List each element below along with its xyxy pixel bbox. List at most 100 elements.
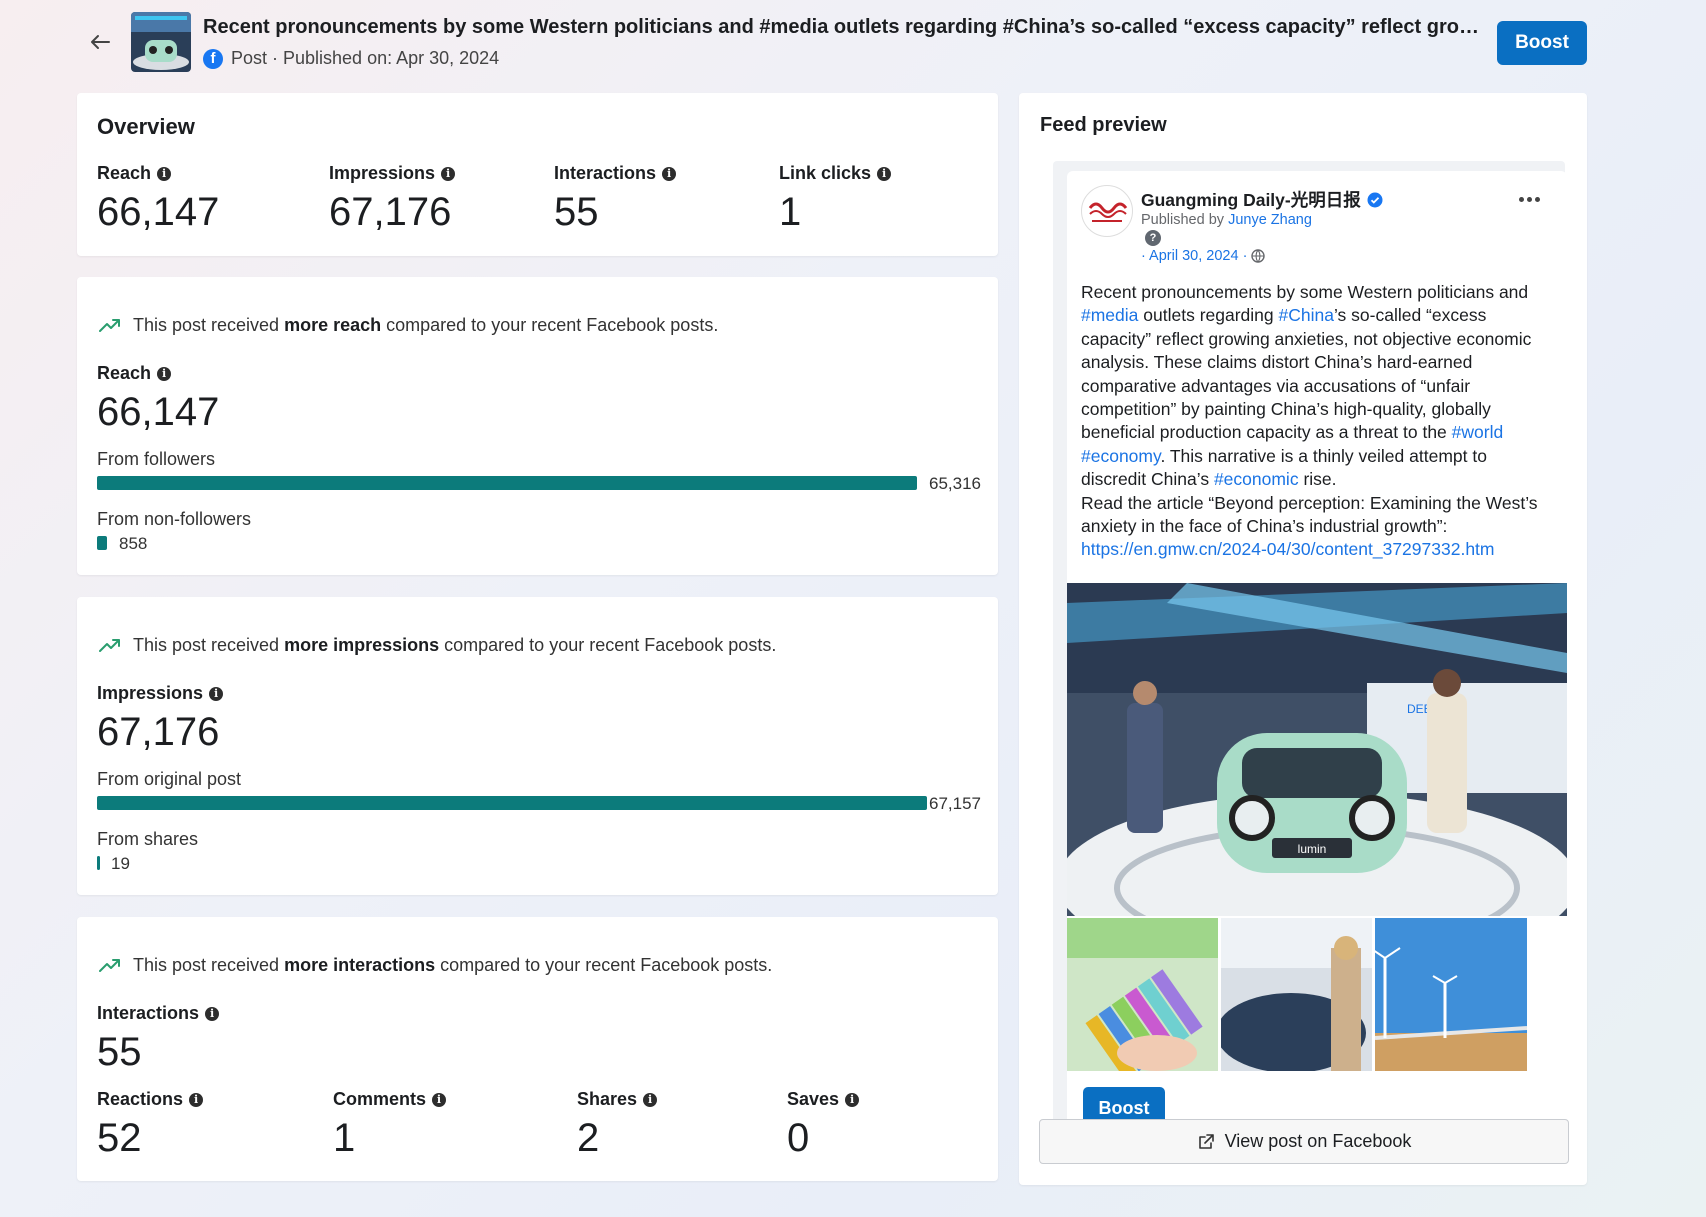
bar-followers (97, 476, 917, 490)
post-date[interactable]: · April 30, 2024 · (1141, 248, 1247, 264)
label-text: Saves (787, 1089, 840, 1109)
metric-link-clicks: Link clicks i 1 (779, 163, 892, 235)
reach-card: This post received more reach compared t… (77, 277, 998, 575)
note-text: This post received (133, 955, 285, 975)
value-text: 0 (787, 1116, 810, 1160)
info-icon[interactable]: i (189, 1092, 204, 1107)
info-icon[interactable]: i (643, 1092, 658, 1107)
body-text-segment: Read the article “Beyond perception: Exa… (1081, 492, 1538, 537)
note-text: compared to your recent Facebook posts. (439, 635, 777, 655)
avatar[interactable] (1081, 185, 1133, 237)
info-icon[interactable]: i (157, 366, 172, 381)
bar-value: 858 (119, 534, 148, 553)
label-text: Reactions (97, 1089, 184, 1109)
hashtag-link[interactable]: #economic (1214, 469, 1299, 489)
info-icon[interactable]: i (157, 166, 172, 181)
note-text: compared to your recent Facebook posts. (381, 315, 719, 335)
metric-reach: Reach i 66,147 (97, 163, 219, 235)
metric-value: 1 (779, 190, 802, 234)
post-image-thumb-2[interactable] (1216, 918, 1372, 1073)
impressions-label: Impressions i (97, 683, 224, 704)
bar-label: From non-followers (97, 509, 252, 529)
back-button[interactable] (86, 28, 114, 56)
reach-note: This post received more reach compared t… (99, 315, 718, 336)
post-thumbnail (131, 12, 191, 72)
metric-label: Reach (97, 163, 152, 183)
label-text: Reach (97, 363, 152, 383)
boost-button[interactable]: Boost (1497, 21, 1587, 65)
trending-up-icon (99, 318, 120, 332)
external-link-icon (1198, 1133, 1214, 1149)
value-text: 52 (97, 1116, 142, 1160)
interactions-card: This post received more interactions com… (77, 917, 998, 1181)
metric-interactions: Interactions i 55 (554, 163, 677, 235)
post-title: Recent pronouncements by some Western po… (203, 16, 1488, 38)
note-text: This post received (133, 635, 285, 655)
more-options-icon[interactable] (1519, 197, 1540, 202)
post-preview: Guangming Daily-光明日报 Published by Junye … (1067, 171, 1567, 1135)
hashtag-link[interactable]: #media (1081, 305, 1138, 325)
page-name[interactable]: Guangming Daily-光明日报 (1141, 187, 1361, 212)
impressions-card: This post received more impressions comp… (77, 597, 998, 895)
hashtag-link[interactable]: #economy (1081, 446, 1160, 466)
verified-badge-icon (1367, 192, 1383, 207)
metric-value: 55 (554, 190, 599, 234)
bar-non-followers (97, 536, 107, 550)
note-text: This post received (133, 315, 285, 335)
metric-label: Link clicks (779, 163, 872, 183)
interactions-value: 55 (97, 1030, 142, 1074)
help-icon[interactable]: ? (1145, 230, 1161, 246)
bar-value: 65,316 (929, 474, 981, 493)
body-text-segment: Recent pronouncements by some Western po… (1081, 282, 1529, 302)
reach-value: 66,147 (97, 390, 220, 434)
impressions-note: This post received more impressions comp… (99, 635, 776, 656)
post-image-thumb-3[interactable] (1369, 918, 1528, 1071)
info-icon[interactable]: i (205, 1006, 220, 1021)
metric-impressions: Impressions i 67,176 (329, 163, 456, 235)
feed-preview-card: Feed preview Guangming Daily-光明日报 Publis… (1019, 93, 1587, 1185)
info-icon[interactable]: i (877, 166, 892, 181)
impressions-value: 67,176 (97, 710, 220, 754)
metric-label: Impressions (329, 163, 436, 183)
overview-title: Overview (97, 114, 195, 139)
post-image-main[interactable]: DEEPAL lumin (1067, 583, 1567, 973)
bar-label: From followers (97, 449, 216, 469)
feed-preview-title: Feed preview (1040, 114, 1167, 136)
info-icon[interactable]: i (209, 686, 224, 701)
trending-up-icon (99, 958, 120, 972)
view-on-facebook-button[interactable]: View post on Facebook (1039, 1119, 1569, 1164)
globe-icon (1251, 249, 1266, 263)
published-by: Published by Junye Zhang (1141, 212, 1312, 228)
published-date: Post · Published on: Apr 30, 2024 (231, 48, 500, 68)
info-icon[interactable]: i (662, 166, 677, 181)
bar-value: 67,157 (929, 794, 981, 813)
bar-label: From shares (97, 829, 199, 849)
overview-card: Overview Reach i 66,147 Impressions i 67,1… (77, 93, 998, 256)
trending-up-icon (99, 638, 120, 652)
post-body-text: Recent pronouncements by some Western po… (1081, 281, 1551, 562)
metric-value: 67,176 (329, 190, 452, 234)
label-text: Interactions (97, 1003, 200, 1023)
breakdown-comments: Comments i 1 (333, 1089, 447, 1161)
note-emphasis: more impressions (284, 635, 440, 655)
metric-value: 66,147 (97, 190, 220, 234)
post-image-thumb-1[interactable] (1067, 918, 1218, 1081)
published-by-label: Published by (1141, 212, 1229, 228)
label-text: Impressions (97, 683, 204, 703)
arrow-left-icon (91, 35, 110, 49)
interactions-label: Interactions i (97, 1003, 220, 1024)
publisher-link[interactable]: Junye Zhang (1228, 212, 1312, 228)
hashtag-link[interactable]: https://en.gmw.cn/2024-04/30/content_372… (1081, 539, 1495, 559)
hashtag-link[interactable]: #China (1279, 305, 1334, 325)
note-emphasis: more reach (284, 315, 382, 335)
label-text: Shares (577, 1089, 638, 1109)
info-icon[interactable]: i (441, 166, 456, 181)
metric-label: Interactions (554, 163, 657, 183)
note-emphasis: more interactions (284, 955, 436, 975)
info-icon[interactable]: i (845, 1092, 860, 1107)
label-text: Comments (333, 1089, 427, 1109)
body-text-segment: outlets regarding (1138, 305, 1279, 326)
info-icon[interactable]: i (432, 1092, 447, 1107)
breakdown-shares: Shares i 2 (577, 1089, 658, 1161)
hashtag-link[interactable]: #world (1452, 422, 1504, 442)
